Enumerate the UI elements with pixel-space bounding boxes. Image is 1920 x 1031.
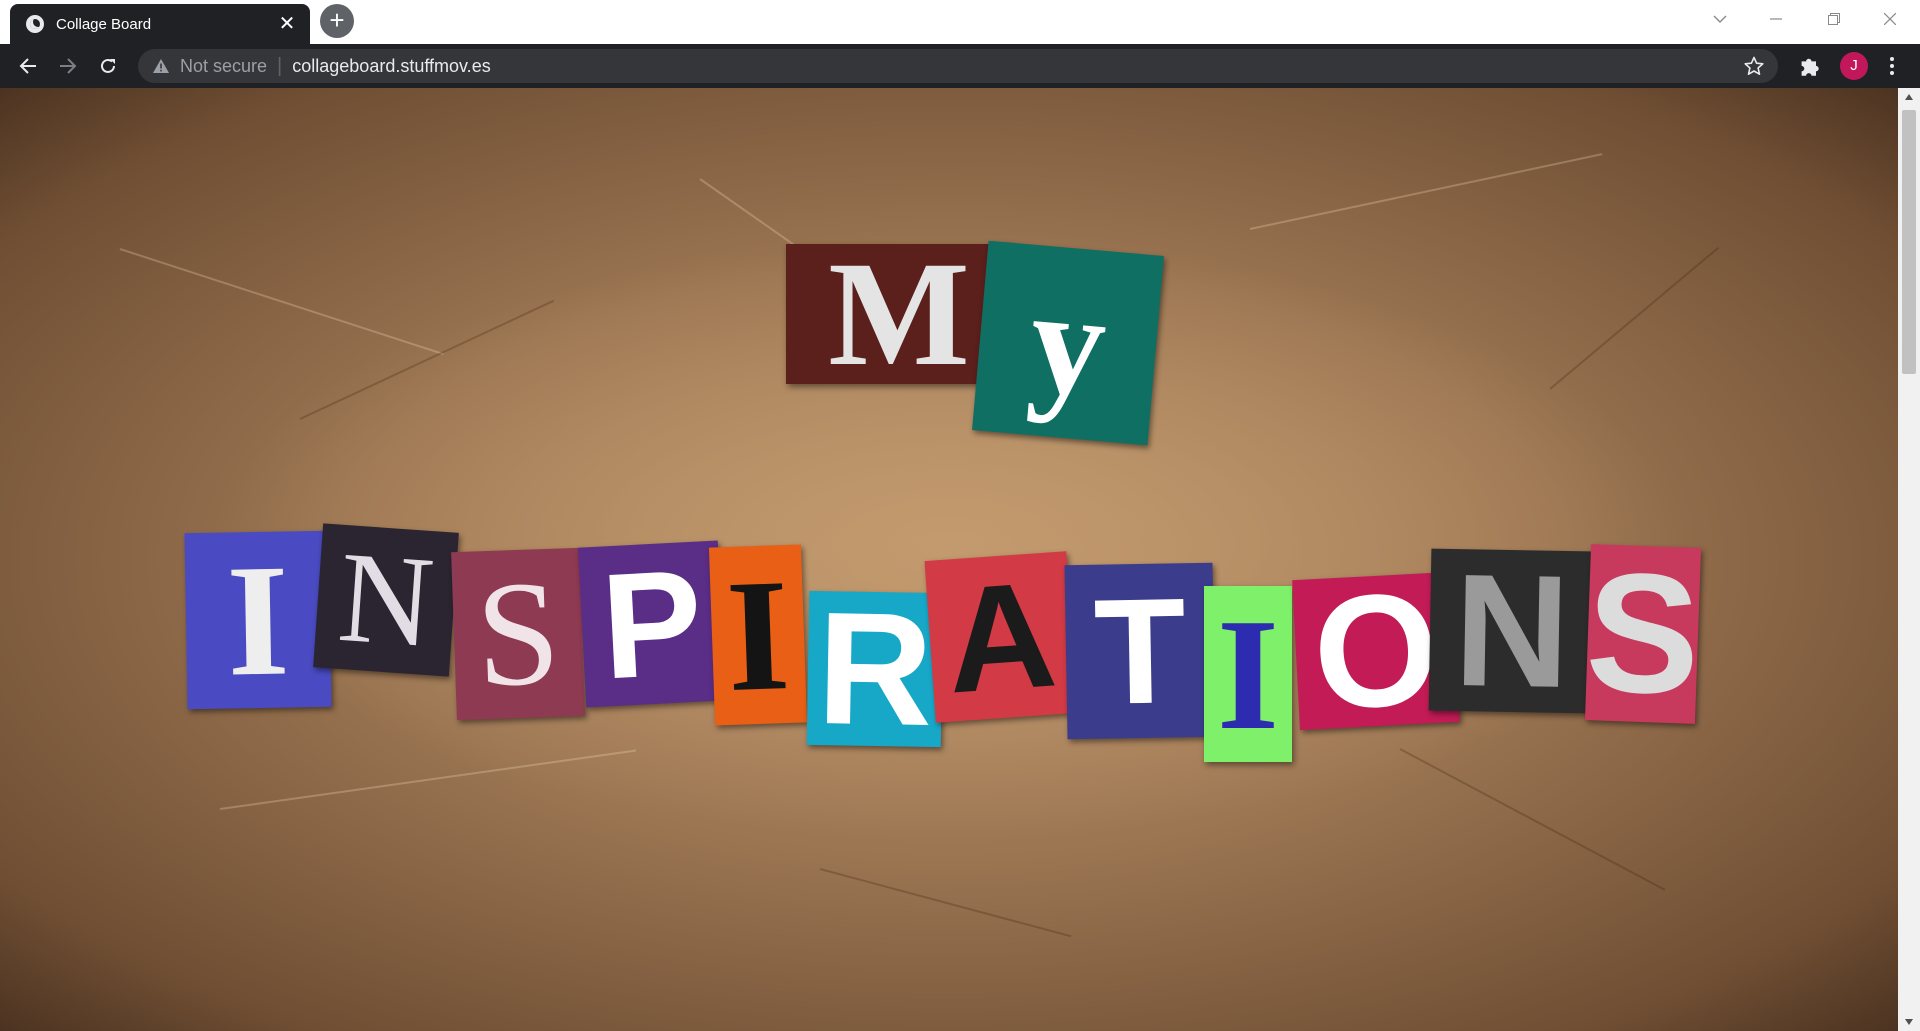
collage-letter: I bbox=[708, 544, 808, 726]
collage-letter: A bbox=[924, 551, 1078, 723]
tab-close-icon[interactable]: ✕ bbox=[276, 14, 298, 34]
scrollbar-thumb[interactable] bbox=[1902, 110, 1916, 374]
collage-letter: N bbox=[313, 523, 459, 677]
paper-crease bbox=[1399, 748, 1666, 891]
collage-letter: I bbox=[184, 530, 332, 710]
tab-search-icon[interactable] bbox=[1692, 0, 1748, 38]
extensions-puzzle-icon[interactable] bbox=[1798, 56, 1820, 78]
bookmark-star-icon[interactable] bbox=[1744, 56, 1764, 76]
close-window-icon[interactable] bbox=[1862, 0, 1918, 38]
scroll-down-arrow-icon[interactable] bbox=[1898, 1013, 1920, 1031]
forward-arrow-icon[interactable] bbox=[52, 50, 84, 82]
globe-icon bbox=[26, 15, 44, 33]
collage-letter: N bbox=[1428, 548, 1596, 714]
paper-crease bbox=[1549, 246, 1720, 390]
paper-crease bbox=[819, 868, 1072, 938]
collage-letter: I bbox=[1204, 586, 1292, 762]
menu-kebab-icon[interactable] bbox=[1882, 54, 1902, 78]
warning-icon[interactable] bbox=[152, 57, 170, 75]
scroll-up-arrow-icon[interactable] bbox=[1898, 88, 1920, 106]
collage-letter: S bbox=[451, 547, 585, 721]
collage-letter: y bbox=[972, 240, 1164, 446]
new-tab-button[interactable]: + bbox=[320, 4, 354, 38]
collage-letter: P bbox=[577, 540, 727, 708]
paper-crease bbox=[119, 248, 444, 356]
paper-crease bbox=[1249, 153, 1603, 230]
minimize-icon[interactable] bbox=[1748, 0, 1804, 38]
browser-tab[interactable]: Collage Board ✕ bbox=[10, 4, 310, 44]
omnibox-separator: | bbox=[277, 54, 283, 77]
page-scrollbar[interactable] bbox=[1898, 88, 1920, 1031]
url-text[interactable]: collageboard.stuffmov.es bbox=[292, 56, 490, 77]
tab-title: Collage Board bbox=[56, 15, 152, 33]
page-viewport: M y I N S P I R A T I O N S bbox=[0, 88, 1898, 1031]
collage-letter: R bbox=[806, 590, 944, 748]
tab-strip: Collage Board ✕ + bbox=[0, 0, 1920, 44]
reload-icon[interactable] bbox=[92, 50, 124, 82]
paper-crease bbox=[219, 749, 637, 810]
collage-letter: T bbox=[1064, 562, 1216, 740]
security-status[interactable]: Not secure bbox=[180, 56, 267, 77]
restore-icon[interactable] bbox=[1806, 0, 1862, 38]
profile-avatar[interactable]: J bbox=[1840, 52, 1868, 80]
address-bar[interactable]: Not secure | collageboard.stuffmov.es bbox=[138, 49, 1778, 83]
back-arrow-icon[interactable] bbox=[12, 50, 44, 82]
collage-letter: S bbox=[1584, 544, 1702, 724]
browser-toolbar: Not secure | collageboard.stuffmov.es J bbox=[0, 44, 1920, 88]
